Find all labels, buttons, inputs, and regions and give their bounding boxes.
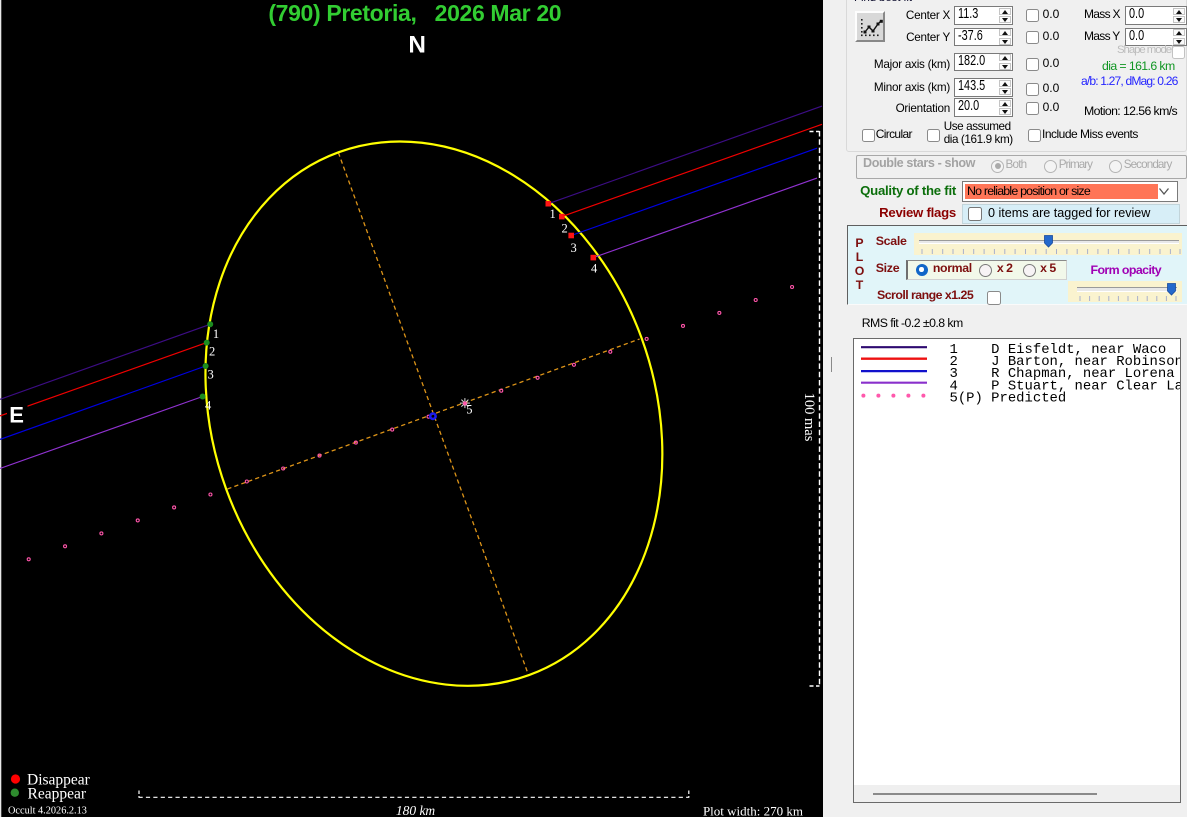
svg-text:3: 3 [208, 368, 214, 382]
svg-text:180 km: 180 km [396, 803, 436, 817]
svg-text:4: 4 [591, 262, 598, 276]
svg-text:1: 1 [213, 327, 219, 341]
svg-text:3: 3 [571, 241, 577, 255]
svg-text:Reappear: Reappear [28, 785, 87, 802]
svg-text:2: 2 [209, 345, 215, 359]
svg-text:(790) Pretoria, 2026 Mar 20: (790) Pretoria, 2026 Mar 20 [268, 0, 561, 26]
svg-text:N: N [408, 31, 426, 58]
svg-text:E: E [9, 402, 24, 427]
svg-text:Plot width: 270 km: Plot width: 270 km [703, 804, 803, 817]
svg-text:100 mas: 100 mas [801, 393, 817, 442]
svg-text:Occult 4.2026.2.13: Occult 4.2026.2.13 [8, 806, 87, 817]
svg-text:5: 5 [466, 403, 472, 417]
svg-text:5(P) Predicted: 5(P) Predicted [950, 390, 1067, 406]
svg-text:4: 4 [205, 399, 212, 413]
svg-text:2: 2 [562, 222, 568, 236]
svg-text:1: 1 [550, 207, 556, 221]
